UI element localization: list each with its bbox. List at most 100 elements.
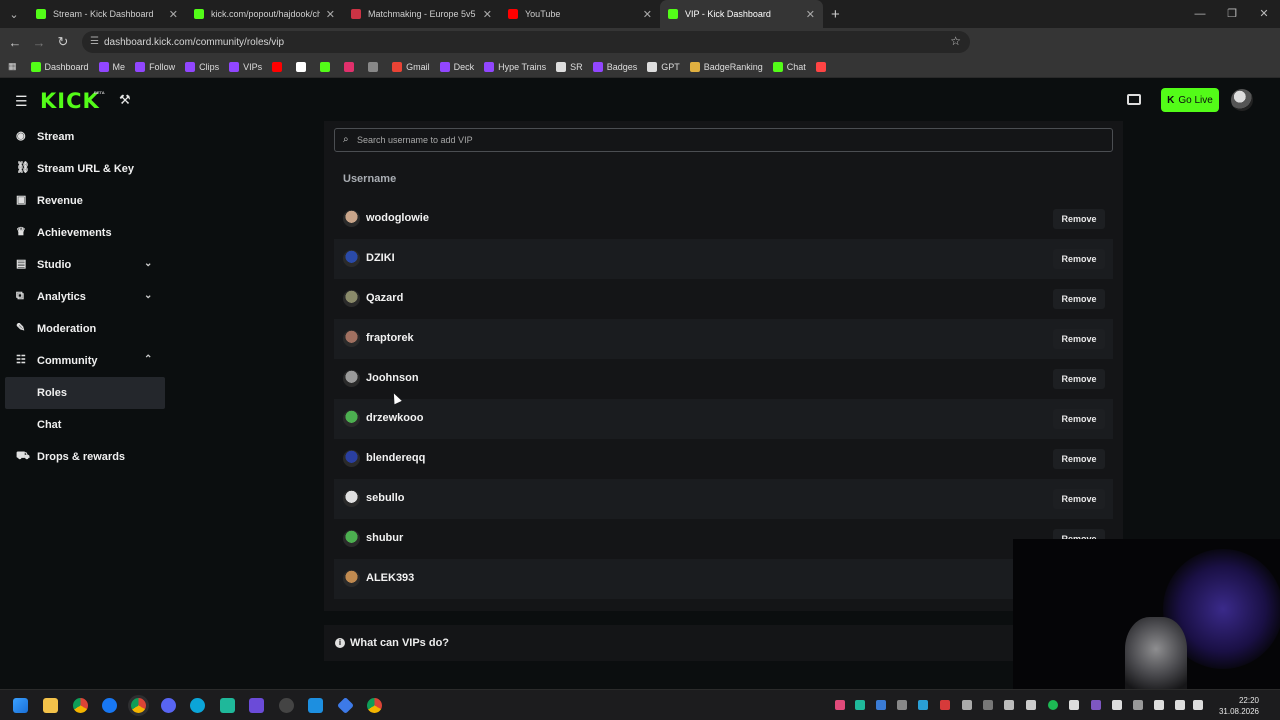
chrome-icon[interactable] (73, 698, 88, 713)
remove-vip-button[interactable]: Remove (1053, 209, 1105, 229)
tab-search-icon[interactable]: ⌄ (0, 0, 28, 28)
sidebar-item-achievements[interactable]: ♛ Achievements (0, 217, 170, 249)
tray-icon[interactable] (1091, 700, 1101, 710)
back-icon[interactable]: ← (3, 35, 27, 50)
forward-icon[interactable]: → (27, 35, 51, 50)
remove-vip-button[interactable]: Remove (1053, 369, 1105, 389)
bookmark-item[interactable]: Me (98, 61, 125, 72)
go-live-button[interactable]: K Go Live (1161, 88, 1219, 112)
tab-close-icon[interactable]: ✕ (326, 8, 335, 21)
file-explorer-icon[interactable] (43, 698, 58, 713)
bookmark-item[interactable] (368, 61, 382, 72)
hamburger-menu-icon[interactable]: ☰ (15, 93, 28, 110)
sidebar-item-roles[interactable]: Roles (5, 377, 165, 409)
spotify-icon[interactable] (1048, 700, 1058, 710)
vip-search-input[interactable]: ⌕ Search username to add VIP (334, 128, 1113, 152)
bookmark-item[interactable] (815, 61, 830, 72)
bookmark-item[interactable] (320, 61, 334, 72)
chevron-down-icon[interactable]: ⌄ (144, 258, 152, 269)
vip-username[interactable]: fraptorek (366, 332, 414, 344)
sidebar-item-community[interactable]: ☷ Community ⌃ (0, 345, 170, 377)
sidebar-item-analytics[interactable]: ⧉ Analytics ⌄ (0, 281, 170, 313)
tray-icon[interactable] (835, 700, 845, 710)
vip-username[interactable]: DZIKI (366, 252, 395, 264)
bookmark-item[interactable]: Follow (135, 61, 175, 72)
sidebar-item-moderation[interactable]: ✎ Moderation (0, 313, 170, 345)
facebook-icon[interactable] (102, 698, 117, 713)
bookmark-item[interactable]: Dashboard (30, 61, 89, 72)
tray-icon[interactable] (1193, 700, 1203, 710)
bookmark-item[interactable]: Clips (185, 61, 219, 72)
tray-icon[interactable] (1069, 700, 1079, 710)
vip-faq-accordion[interactable]: i What can VIPs do? (324, 625, 1014, 661)
stream-preview-icon[interactable] (1127, 94, 1141, 105)
bookmark-star-icon[interactable]: ☆ (950, 34, 961, 48)
vip-username[interactable]: sebullo (366, 492, 405, 504)
new-tab-button[interactable]: + (823, 6, 848, 23)
chrome-icon[interactable] (367, 698, 382, 713)
chevron-down-icon[interactable]: ⌄ (144, 290, 152, 301)
bookmark-item[interactable]: Hype Trains (484, 61, 546, 72)
bookmark-item[interactable]: GPT (647, 61, 680, 72)
tray-icon[interactable] (855, 700, 865, 710)
browser-tab[interactable]: VIP - Kick Dashboard ✕ (660, 0, 823, 28)
bookmark-item[interactable]: VIPs (229, 61, 262, 72)
vip-username[interactable]: ALEK393 (366, 572, 414, 584)
bookmark-item[interactable] (296, 61, 310, 72)
tools-hammer-icon[interactable]: ⚒ (119, 92, 131, 108)
restore-icon[interactable]: ❐ (1216, 0, 1248, 28)
tray-icon[interactable] (940, 700, 950, 710)
bookmark-item[interactable]: Badges (592, 61, 637, 72)
tray-icon[interactable] (1004, 700, 1014, 710)
reload-icon[interactable]: ↻ (51, 34, 75, 50)
browser-tab[interactable]: kick.com/popout/hajdook/chat ✕ (186, 0, 343, 28)
browser-tab[interactable]: YouTube ✕ (500, 0, 660, 28)
bookmark-item[interactable]: Gmail (392, 61, 430, 72)
obs-icon[interactable] (279, 698, 294, 713)
tab-close-icon[interactable]: ✕ (483, 8, 492, 21)
tab-close-icon[interactable]: ✕ (806, 8, 815, 21)
chrome-icon[interactable] (131, 698, 146, 713)
remove-vip-button[interactable]: Remove (1053, 409, 1105, 429)
remove-vip-button[interactable]: Remove (1053, 249, 1105, 269)
vip-username[interactable]: blendereqq (366, 452, 425, 464)
speaker-icon[interactable] (1175, 700, 1185, 710)
remove-vip-button[interactable]: Remove (1053, 329, 1105, 349)
system-clock[interactable]: 22:20 31.08.2026 (1207, 695, 1259, 717)
sidebar-item-studio[interactable]: ▤ Studio ⌄ (0, 249, 170, 281)
chevron-up-icon[interactable] (1133, 700, 1143, 710)
url-field[interactable]: ☰ dashboard.kick.com/community/roles/vip… (82, 31, 970, 53)
vip-username[interactable]: shubur (366, 532, 403, 544)
sidebar-item-drops-rewards[interactable]: ⛟ Drops & rewards (0, 441, 170, 473)
bookmark-item[interactable]: Deck (439, 61, 474, 72)
tab-close-icon[interactable]: ✕ (169, 8, 178, 21)
stream-app-icon[interactable] (308, 698, 323, 713)
sidebar-item-chat[interactable]: Chat (0, 409, 170, 441)
microphone-icon[interactable] (1154, 700, 1164, 710)
vip-username[interactable]: drzewkooo (366, 412, 423, 424)
vip-username[interactable]: wodoglowie (366, 212, 429, 224)
remove-vip-button[interactable]: Remove (1053, 289, 1105, 309)
bookmark-item[interactable]: BadgeRanking (689, 61, 763, 72)
diamond-app-icon[interactable] (337, 697, 354, 714)
tray-icon[interactable] (1112, 700, 1122, 710)
tray-icon[interactable] (897, 700, 907, 710)
browser-tab[interactable]: Stream - Kick Dashboard ✕ (28, 0, 186, 28)
vip-username[interactable]: Qazard (366, 292, 403, 304)
bookmark-item[interactable] (344, 61, 358, 72)
discord-icon[interactable] (161, 698, 176, 713)
tray-icon[interactable] (983, 700, 993, 710)
sidebar-item-revenue[interactable]: ▣ Revenue (0, 185, 170, 217)
minimize-icon[interactable]: — (1184, 0, 1216, 28)
bookmark-item[interactable]: SR (556, 61, 583, 72)
remove-vip-button[interactable]: Remove (1053, 489, 1105, 509)
tab-close-icon[interactable]: ✕ (643, 8, 652, 21)
grid-app-icon[interactable] (249, 698, 264, 713)
app-icon[interactable] (190, 698, 205, 713)
sidebar-item-stream-url-key[interactable]: ⛓ Stream URL & Key (0, 153, 170, 185)
bookmark-item[interactable] (272, 61, 286, 72)
audio-app-icon[interactable] (220, 698, 235, 713)
remove-vip-button[interactable]: Remove (1053, 449, 1105, 469)
kick-logo[interactable]: KICK (40, 89, 100, 113)
tray-icon[interactable] (876, 700, 886, 710)
